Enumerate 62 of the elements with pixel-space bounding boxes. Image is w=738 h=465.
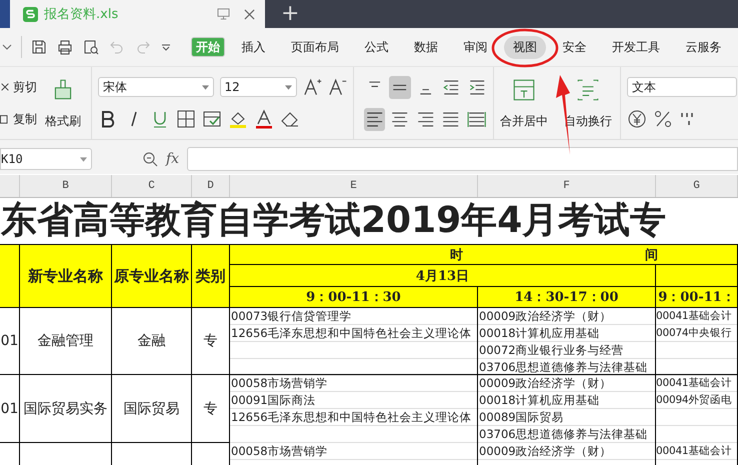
table-cell: 03706思想道德修养与法律基础 bbox=[478, 426, 655, 443]
table-cell: 00041基础会计 bbox=[656, 443, 737, 460]
table-cell: 00072商业银行业务与经营 bbox=[478, 342, 655, 359]
header-cell: 4月13日 bbox=[230, 265, 656, 287]
menu-tab[interactable]: 公式 bbox=[356, 36, 398, 58]
copy-button[interactable]: 复制 bbox=[0, 110, 37, 128]
table-cell: 00009政治经济学（财） bbox=[478, 308, 655, 325]
table-cell: 00058市场营销学 bbox=[230, 443, 477, 460]
menu-tab[interactable]: 视图 bbox=[504, 36, 546, 58]
name-box[interactable]: K10 bbox=[0, 148, 92, 170]
table-cell: 金融管理 bbox=[20, 308, 112, 375]
menu-tab[interactable]: 审阅 bbox=[454, 36, 496, 58]
table-cell: 00089国际贸易 bbox=[478, 409, 655, 426]
table-cell: 00009政治经济学（财） bbox=[478, 375, 655, 392]
table-cell: 00091国际商法 bbox=[230, 392, 477, 409]
menu-tab[interactable]: 数据 bbox=[405, 36, 447, 58]
header-cell: 9：00-11： bbox=[656, 287, 738, 308]
function-label[interactable]: fx bbox=[166, 151, 180, 167]
header-cell: 9：00-11：30 bbox=[230, 287, 478, 308]
header-cell: 原专业名称 bbox=[112, 245, 192, 308]
table-cell: 00041基础会计 bbox=[656, 308, 737, 325]
table-cell: 01 bbox=[0, 308, 20, 375]
table-cell: 00018计算机应用基础 bbox=[478, 325, 655, 342]
table-cell: 01 bbox=[0, 375, 20, 443]
column-header[interactable]: F bbox=[478, 175, 656, 197]
menu-tab[interactable]: 开发工具 bbox=[603, 36, 669, 58]
menu-tab[interactable]: 云服务 bbox=[676, 36, 730, 58]
cut-button[interactable]: 剪切 bbox=[0, 78, 37, 96]
number-format-dropdown[interactable]: 文本 bbox=[627, 77, 737, 97]
header-cell: 新专业名称 bbox=[20, 245, 112, 308]
table-cell: 00074中央银行 bbox=[656, 325, 737, 342]
column-header[interactable]: G bbox=[656, 175, 738, 197]
new-tab-button[interactable]: + bbox=[265, 0, 300, 28]
font-size-dropdown[interactable]: 12 bbox=[220, 77, 297, 97]
column-header[interactable]: E bbox=[230, 175, 478, 197]
menu-tab[interactable]: 插入 bbox=[232, 36, 274, 58]
table-cell: 专 bbox=[192, 375, 230, 443]
table-cell: 03706思想道德修养与法律基础 bbox=[478, 359, 655, 376]
table-cell: 12656毛泽东思想和中国特色社会主义理论体 bbox=[230, 325, 477, 342]
table-cell: 00009政治经济学（财） bbox=[478, 443, 655, 460]
header-cell: 时 间 bbox=[230, 245, 738, 265]
table-cell: 国际贸易实务 bbox=[20, 375, 112, 443]
table-cell: 金融 bbox=[112, 308, 192, 375]
column-header[interactable]: D bbox=[192, 175, 230, 197]
table-cell: 00073银行信贷管理学 bbox=[230, 308, 477, 325]
header-cell: 类别 bbox=[192, 245, 230, 308]
table-cell: 12656毛泽东思想和中国特色社会主义理论体 bbox=[230, 409, 477, 426]
menu-tab[interactable]: 安全 bbox=[554, 36, 596, 58]
table-cell: 00018计算机应用基础 bbox=[478, 392, 655, 409]
merge-center-button[interactable]: 合并居中 bbox=[500, 67, 548, 139]
document-title: 报名资料.xls bbox=[44, 6, 120, 23]
column-header[interactable]: C bbox=[112, 175, 192, 197]
table-cell: 00094外贸函电 bbox=[656, 392, 737, 409]
format-painter-button[interactable]: 格式刷 bbox=[41, 71, 85, 135]
header-cell: 14：30-17：00 bbox=[478, 287, 656, 308]
table-cell: 00058市场营销学 bbox=[230, 375, 477, 392]
column-header[interactable]: B bbox=[20, 175, 112, 197]
table-cell: 专 bbox=[192, 308, 230, 375]
table-cell: 国际贸易 bbox=[112, 375, 192, 443]
menu-tab[interactable]: 页面布局 bbox=[282, 36, 348, 58]
font-dropdown[interactable]: 宋体 bbox=[98, 77, 214, 97]
table-cell: 00041基础会计 bbox=[656, 375, 737, 392]
